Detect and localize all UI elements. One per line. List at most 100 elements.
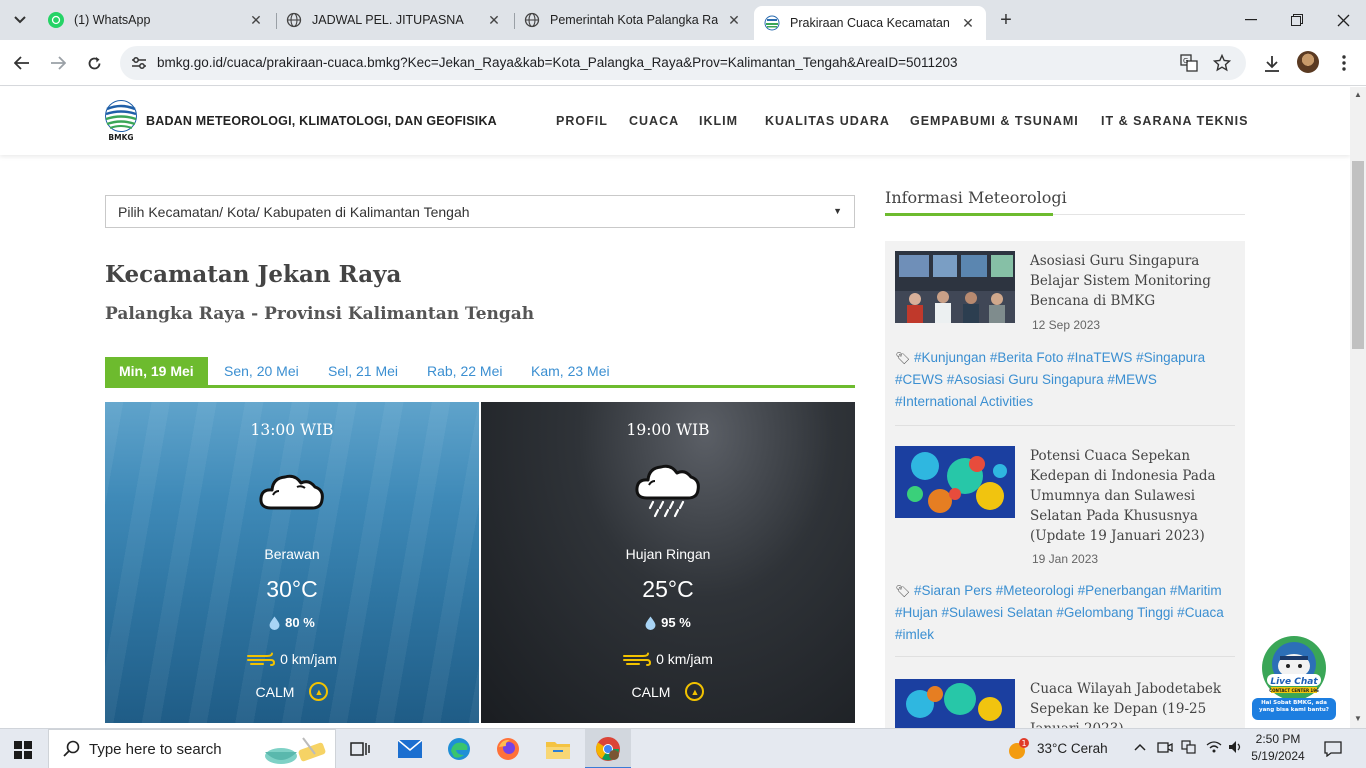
news-title[interactable]: Asosiasi Guru Singapura Belajar Sistem M… [1030, 251, 1230, 311]
reload-icon[interactable] [81, 50, 107, 76]
tab-day-3[interactable]: Rab, 22 Mei [427, 357, 502, 385]
close-tab-icon[interactable]: ✕ [248, 12, 264, 29]
edge-browser-icon[interactable] [445, 735, 473, 763]
clock-time: 2:50 PM [1255, 732, 1301, 746]
minimize-icon[interactable] [1228, 0, 1274, 40]
forecast-wind: 0 km/jam [656, 651, 713, 667]
nav-kualitas-udara[interactable]: KUALITAS UDARA [765, 114, 890, 128]
bmkg-favicon [764, 15, 780, 31]
whatsapp-icon [48, 12, 64, 28]
close-tab-icon[interactable]: ✕ [726, 12, 742, 29]
forecast-time: 19:00 WIB [626, 421, 710, 439]
tab-day-0[interactable]: Min, 19 Mei [105, 357, 208, 385]
forecast-temperature: 25°C [642, 576, 694, 602]
live-chat-widget[interactable]: Live Chat CONTACT CENTER 196 Hai Sobat B… [1251, 634, 1337, 722]
nav-it-sarana-teknis[interactable]: IT & SARANA TEKNIS [1101, 114, 1248, 128]
forecast-condition: Hujan Ringan [625, 546, 711, 562]
url-text[interactable]: bmkg.go.id/cuaca/prakiraan-cuaca.bmkg?Ke… [157, 55, 958, 70]
browser-toolbar: bmkg.go.id/cuaca/prakiraan-cuaca.bmkg?Ke… [0, 40, 1366, 86]
close-tab-icon[interactable]: ✕ [486, 12, 502, 29]
forecast-temperature: 30°C [266, 576, 318, 602]
file-explorer-icon[interactable] [544, 735, 572, 763]
tab-title: Prakiraan Cuaca Kecamatan Jek [790, 16, 952, 30]
address-bar[interactable]: bmkg.go.id/cuaca/prakiraan-cuaca.bmkg?Ke… [120, 46, 1246, 80]
news-thumbnail[interactable] [895, 251, 1015, 323]
wind-icon [247, 652, 276, 666]
globe-icon [524, 12, 540, 28]
news-thumbnail[interactable] [895, 679, 1015, 728]
close-tab-icon[interactable]: ✕ [960, 15, 976, 32]
profile-avatar[interactable] [1297, 51, 1319, 73]
site-info-icon[interactable] [130, 54, 148, 72]
nav-cuaca[interactable]: CUACA [629, 114, 679, 128]
forecast-condition: Berawan [264, 546, 320, 562]
close-window-icon[interactable] [1320, 0, 1366, 40]
back-arrow-icon[interactable] [9, 50, 35, 76]
translate-icon[interactable]: G [1179, 53, 1199, 73]
mail-icon[interactable] [396, 735, 424, 763]
nav-profil[interactable]: PROFIL [556, 114, 608, 128]
new-tab-button[interactable]: + [994, 8, 1018, 32]
tab-title: JADWAL PEL. JITUPASNA [312, 13, 464, 27]
browser-tab-strip: (1) WhatsApp ✕ JADWAL PEL. JITUPASNA ✕ P… [0, 0, 1366, 40]
browser-tab-whatsapp[interactable]: (1) WhatsApp ✕ [38, 6, 274, 34]
taskbar-clock[interactable]: 2:50 PM 5/19/2024 [1246, 731, 1310, 765]
news-thumbnail[interactable] [895, 446, 1015, 518]
notification-icon[interactable] [1319, 735, 1347, 763]
news-tags[interactable]: #Siaran Pers #Meteorologi #Penerbangan #… [895, 583, 1224, 642]
tab-day-2[interactable]: Sel, 21 Mei [328, 357, 398, 385]
news-title[interactable]: Potensi Cuaca Sepekan Kedepan di Indones… [1030, 446, 1230, 546]
compass-icon: ▲ [685, 682, 705, 701]
scroll-down-icon[interactable]: ▼ [1354, 714, 1362, 723]
forward-arrow-icon[interactable] [45, 50, 71, 76]
news-item: Potensi Cuaca Sepekan Kedepan di Indones… [895, 446, 1235, 658]
svg-text:1: 1 [1021, 739, 1026, 748]
firefox-icon[interactable] [494, 735, 522, 763]
humidity-drop-icon [645, 616, 656, 630]
scrollbar-thumb[interactable] [1352, 161, 1364, 349]
weather-sun-icon[interactable]: 1 [1004, 735, 1032, 763]
tab-day-1[interactable]: Sen, 20 Mei [224, 357, 299, 385]
tab-title: (1) WhatsApp [74, 13, 151, 27]
sidebar-heading: Informasi Meteorologi [885, 188, 1067, 207]
day-tabs: Min, 19 Mei Sen, 20 Mei Sel, 21 Mei Rab,… [105, 357, 855, 388]
tab-search-button[interactable] [8, 8, 32, 32]
news-date: 19 Jan 2023 [1032, 552, 1099, 566]
wifi-icon[interactable] [1206, 740, 1222, 757]
browser-tab-bmkg-active[interactable]: Prakiraan Cuaca Kecamatan Jek ✕ [754, 6, 986, 40]
chevron-down-icon [14, 16, 26, 24]
windows-start-icon[interactable] [14, 741, 32, 759]
taskbar-search[interactable]: Type here to search [48, 729, 336, 768]
search-icon [63, 740, 81, 763]
browser-tab-jadwal[interactable]: JADWAL PEL. JITUPASNA ✕ [276, 6, 512, 34]
task-view-icon[interactable] [346, 735, 374, 763]
organization-name[interactable]: BADAN METEOROLOGI, KLIMATOLOGI, DAN GEOF… [146, 114, 497, 128]
dropdown-caret-icon: ▼ [833, 206, 842, 216]
wind-icon [623, 652, 652, 666]
input-language-icon[interactable] [1181, 740, 1197, 757]
forecast-card: 19:00 WIB Hujan Ringan 25°C 95 % 0 km/ja… [481, 402, 855, 723]
volume-icon[interactable] [1228, 740, 1244, 757]
nav-gempabumi-tsunami[interactable]: GEMPABUMI & TSUNAMI [910, 114, 1079, 128]
browser-tab-pemkot[interactable]: Pemerintah Kota Palangka Raya ✕ [514, 6, 752, 34]
search-highlight-image [265, 737, 326, 764]
scroll-up-icon[interactable]: ▲ [1354, 90, 1362, 99]
bmkg-logo[interactable]: BMKG [104, 100, 138, 142]
chevron-up-icon[interactable] [1134, 739, 1146, 754]
compass-icon: ▲ [309, 682, 329, 701]
taskbar-weather[interactable]: 33°C Cerah [1037, 741, 1108, 756]
page-subtitle: Palangka Raya - Provinsi Kalimantan Teng… [105, 304, 535, 324]
news-tags[interactable]: #Kunjungan #Berita Foto #InaTEWS #Singap… [895, 350, 1205, 409]
bookmark-star-icon[interactable] [1212, 53, 1232, 73]
menu-kebab-icon[interactable] [1331, 50, 1357, 76]
nav-iklim[interactable]: IKLIM [699, 114, 738, 128]
tab-day-4[interactable]: Kam, 23 Mei [531, 357, 610, 385]
download-icon[interactable] [1259, 50, 1285, 76]
restore-icon[interactable] [1274, 0, 1320, 40]
kecamatan-select[interactable]: Pilih Kecamatan/ Kota/ Kabupaten di Kali… [105, 195, 855, 228]
news-title[interactable]: Cuaca Wilayah Jabodetabek Sepekan ke Dep… [1030, 679, 1230, 728]
meet-now-icon[interactable] [1157, 740, 1173, 757]
page-scrollbar[interactable]: ▲ ▼ [1350, 87, 1366, 728]
chrome-icon[interactable] [594, 735, 622, 763]
windows-taskbar: Type here to search 1 33°C Cerah 2:50 PM… [0, 728, 1366, 768]
